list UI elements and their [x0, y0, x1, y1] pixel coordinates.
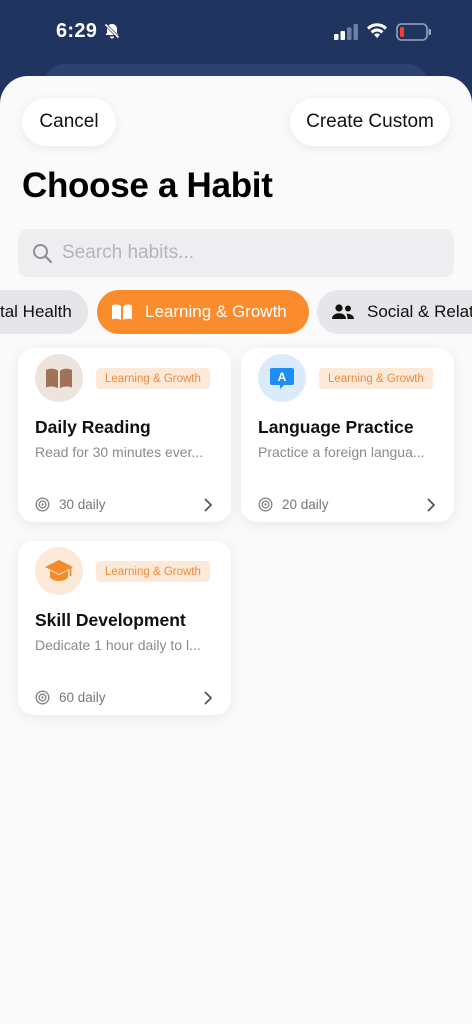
book-icon: [111, 303, 133, 321]
category-chip-social[interactable]: Social & Relati: [317, 290, 472, 334]
wifi-icon: [366, 22, 388, 45]
habit-card-language-practice[interactable]: A Learning & Growth Language Practice Pr…: [241, 348, 454, 522]
category-chip-label: Learning & Growth: [145, 302, 287, 321]
graduation-cap-icon: [35, 547, 83, 595]
category-chip-label: tal Health: [0, 302, 72, 321]
target-icon: [258, 497, 273, 512]
target-icon: [35, 690, 50, 705]
habit-card-daily-reading[interactable]: Learning & Growth Daily Reading Read for…: [18, 348, 231, 522]
people-icon: [331, 303, 355, 321]
target-icon: [35, 497, 50, 512]
habit-description: Read for 30 minutes ever...: [35, 444, 204, 460]
search-icon: [32, 243, 53, 269]
category-chip-learning-growth[interactable]: Learning & Growth: [97, 290, 309, 334]
habit-description: Dedicate 1 hour daily to l...: [35, 637, 201, 653]
category-badge: Learning & Growth: [96, 561, 210, 582]
chevron-right-icon: [426, 498, 436, 517]
battery-icon: [396, 22, 432, 47]
chevron-right-icon: [203, 498, 213, 517]
habit-description: Practice a foreign langua...: [258, 444, 425, 460]
status-time: 6:29: [56, 20, 98, 42]
create-custom-button[interactable]: Create Custom: [290, 98, 450, 146]
category-filter-row: tal Health Learning & Growth Social & Re…: [0, 290, 472, 334]
habit-title: Language Practice: [258, 417, 414, 437]
search-input[interactable]: [62, 229, 442, 277]
category-badge: Learning & Growth: [319, 368, 433, 389]
book-icon: [35, 354, 83, 402]
chevron-right-icon: [203, 691, 213, 710]
habit-title: Daily Reading: [35, 417, 151, 437]
search-bar[interactable]: [18, 229, 454, 277]
habit-target-label: 30 daily: [59, 497, 106, 512]
bell-muted-icon: [103, 22, 121, 45]
habit-target: 30 daily: [35, 497, 106, 512]
habit-target: 20 daily: [258, 497, 329, 512]
habit-card-skill-development[interactable]: Learning & Growth Skill Development Dedi…: [18, 541, 231, 715]
category-badge: Learning & Growth: [96, 368, 210, 389]
habit-title: Skill Development: [35, 610, 186, 630]
cancel-button[interactable]: Cancel: [22, 98, 116, 146]
habit-target-label: 20 daily: [282, 497, 329, 512]
page-title: Choose a Habit: [22, 166, 273, 205]
habit-target: 60 daily: [35, 690, 106, 705]
category-chip-mental-health[interactable]: tal Health: [0, 290, 88, 334]
translate-bubble-icon: A: [258, 354, 306, 402]
habit-target-label: 60 daily: [59, 690, 106, 705]
cell-signal-icon: [334, 24, 360, 45]
svg-text:A: A: [278, 370, 287, 384]
category-chip-label: Social & Relati: [367, 302, 472, 321]
status-bar: 6:29: [0, 0, 472, 64]
